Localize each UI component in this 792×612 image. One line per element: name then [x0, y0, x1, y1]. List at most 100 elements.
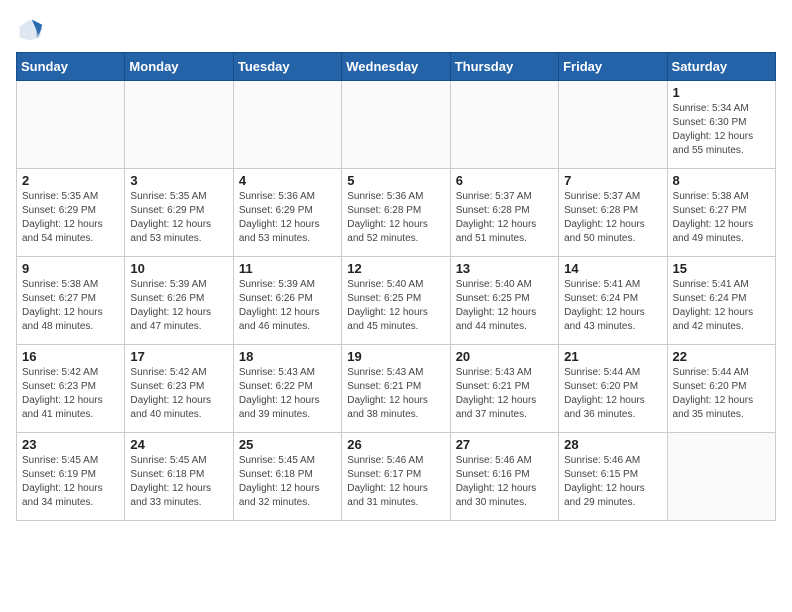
day-number: 6	[456, 173, 553, 188]
day-info: Sunrise: 5:46 AM Sunset: 6:16 PM Dayligh…	[456, 454, 553, 510]
day-number: 25	[239, 437, 336, 452]
day-info: Sunrise: 5:35 AM Sunset: 6:29 PM Dayligh…	[22, 190, 119, 246]
day-number: 2	[22, 173, 119, 188]
calendar-week-row: 16 Sunrise: 5:42 AM Sunset: 6:23 PM Dayli…	[17, 345, 776, 433]
day-info: Sunrise: 5:44 AM Sunset: 6:20 PM Dayligh…	[673, 366, 770, 422]
calendar-cell: 1 Sunrise: 5:34 AM Sunset: 6:30 PM Daylig…	[667, 81, 775, 169]
calendar-cell: 6 Sunrise: 5:37 AM Sunset: 6:28 PM Daylig…	[450, 169, 558, 257]
day-info: Sunrise: 5:35 AM Sunset: 6:29 PM Dayligh…	[130, 190, 227, 246]
calendar-cell: 25 Sunrise: 5:45 AM Sunset: 6:18 PM Dayli…	[233, 433, 341, 521]
calendar-cell: 3 Sunrise: 5:35 AM Sunset: 6:29 PM Daylig…	[125, 169, 233, 257]
day-number: 15	[673, 261, 770, 276]
day-info: Sunrise: 5:45 AM Sunset: 6:18 PM Dayligh…	[130, 454, 227, 510]
day-number: 13	[456, 261, 553, 276]
logo-icon	[16, 16, 44, 44]
day-header-friday: Friday	[559, 53, 667, 81]
day-number: 26	[347, 437, 444, 452]
calendar-cell: 20 Sunrise: 5:43 AM Sunset: 6:21 PM Dayli…	[450, 345, 558, 433]
day-number: 22	[673, 349, 770, 364]
day-header-wednesday: Wednesday	[342, 53, 450, 81]
calendar-cell: 7 Sunrise: 5:37 AM Sunset: 6:28 PM Daylig…	[559, 169, 667, 257]
day-number: 18	[239, 349, 336, 364]
calendar-header-row: SundayMondayTuesdayWednesdayThursdayFrid…	[17, 53, 776, 81]
calendar-cell: 22 Sunrise: 5:44 AM Sunset: 6:20 PM Dayli…	[667, 345, 775, 433]
day-info: Sunrise: 5:37 AM Sunset: 6:28 PM Dayligh…	[564, 190, 661, 246]
day-info: Sunrise: 5:40 AM Sunset: 6:25 PM Dayligh…	[347, 278, 444, 334]
calendar-cell: 27Sunrise: 5:46 AM Sunset: 6:16 PM Dayli…	[450, 433, 558, 521]
day-info: Sunrise: 5:37 AM Sunset: 6:28 PM Dayligh…	[456, 190, 553, 246]
day-info: Sunrise: 5:43 AM Sunset: 6:21 PM Dayligh…	[456, 366, 553, 422]
calendar-cell: 26Sunrise: 5:46 AM Sunset: 6:17 PM Dayli…	[342, 433, 450, 521]
calendar-cell: 28 Sunrise: 5:46 AM Sunset: 6:15 PM Dayli…	[559, 433, 667, 521]
calendar-cell: 15Sunrise: 5:41 AM Sunset: 6:24 PM Dayli…	[667, 257, 775, 345]
day-number: 11	[239, 261, 336, 276]
calendar-cell: 2 Sunrise: 5:35 AM Sunset: 6:29 PM Daylig…	[17, 169, 125, 257]
calendar-week-row: 23 Sunrise: 5:45 AM Sunset: 6:19 PM Dayli…	[17, 433, 776, 521]
day-number: 9	[22, 261, 119, 276]
calendar-cell	[17, 81, 125, 169]
calendar-table: SundayMondayTuesdayWednesdayThursdayFrid…	[16, 52, 776, 521]
calendar-cell: 14 Sunrise: 5:41 AM Sunset: 6:24 PM Dayli…	[559, 257, 667, 345]
day-info: Sunrise: 5:43 AM Sunset: 6:21 PM Dayligh…	[347, 366, 444, 422]
day-info: Sunrise: 5:36 AM Sunset: 6:29 PM Dayligh…	[239, 190, 336, 246]
day-info: Sunrise: 5:45 AM Sunset: 6:18 PM Dayligh…	[239, 454, 336, 510]
day-number: 4	[239, 173, 336, 188]
day-header-sunday: Sunday	[17, 53, 125, 81]
day-header-tuesday: Tuesday	[233, 53, 341, 81]
day-number: 3	[130, 173, 227, 188]
day-number: 23	[22, 437, 119, 452]
calendar-cell: 9 Sunrise: 5:38 AM Sunset: 6:27 PM Daylig…	[17, 257, 125, 345]
day-number: 14	[564, 261, 661, 276]
calendar-week-row: 1 Sunrise: 5:34 AM Sunset: 6:30 PM Daylig…	[17, 81, 776, 169]
day-info: Sunrise: 5:36 AM Sunset: 6:28 PM Dayligh…	[347, 190, 444, 246]
day-number: 7	[564, 173, 661, 188]
day-number: 21	[564, 349, 661, 364]
day-number: 16	[22, 349, 119, 364]
calendar-cell: 8 Sunrise: 5:38 AM Sunset: 6:27 PM Daylig…	[667, 169, 775, 257]
day-number: 10	[130, 261, 227, 276]
calendar-cell	[342, 81, 450, 169]
day-info: Sunrise: 5:41 AM Sunset: 6:24 PM Dayligh…	[564, 278, 661, 334]
day-number: 28	[564, 437, 661, 452]
day-header-monday: Monday	[125, 53, 233, 81]
day-number: 5	[347, 173, 444, 188]
day-number: 1	[673, 85, 770, 100]
calendar-cell: 24 Sunrise: 5:45 AM Sunset: 6:18 PM Dayli…	[125, 433, 233, 521]
day-number: 8	[673, 173, 770, 188]
calendar-week-row: 9 Sunrise: 5:38 AM Sunset: 6:27 PM Daylig…	[17, 257, 776, 345]
calendar-cell: 12 Sunrise: 5:40 AM Sunset: 6:25 PM Dayli…	[342, 257, 450, 345]
day-number: 12	[347, 261, 444, 276]
day-number: 20	[456, 349, 553, 364]
calendar-cell: 13Sunrise: 5:40 AM Sunset: 6:25 PM Dayli…	[450, 257, 558, 345]
calendar-cell: 11 Sunrise: 5:39 AM Sunset: 6:26 PM Dayli…	[233, 257, 341, 345]
day-info: Sunrise: 5:42 AM Sunset: 6:23 PM Dayligh…	[22, 366, 119, 422]
calendar-cell: 19 Sunrise: 5:43 AM Sunset: 6:21 PM Dayli…	[342, 345, 450, 433]
logo	[16, 16, 48, 44]
calendar-cell	[125, 81, 233, 169]
day-info: Sunrise: 5:39 AM Sunset: 6:26 PM Dayligh…	[239, 278, 336, 334]
day-number: 24	[130, 437, 227, 452]
day-info: Sunrise: 5:38 AM Sunset: 6:27 PM Dayligh…	[673, 190, 770, 246]
calendar-week-row: 2 Sunrise: 5:35 AM Sunset: 6:29 PM Daylig…	[17, 169, 776, 257]
day-info: Sunrise: 5:44 AM Sunset: 6:20 PM Dayligh…	[564, 366, 661, 422]
calendar-cell: 16 Sunrise: 5:42 AM Sunset: 6:23 PM Dayli…	[17, 345, 125, 433]
calendar-cell: 21 Sunrise: 5:44 AM Sunset: 6:20 PM Dayli…	[559, 345, 667, 433]
calendar-cell: 5 Sunrise: 5:36 AM Sunset: 6:28 PM Daylig…	[342, 169, 450, 257]
calendar-cell	[233, 81, 341, 169]
calendar-cell: 4 Sunrise: 5:36 AM Sunset: 6:29 PM Daylig…	[233, 169, 341, 257]
day-header-saturday: Saturday	[667, 53, 775, 81]
calendar-cell: 23 Sunrise: 5:45 AM Sunset: 6:19 PM Dayli…	[17, 433, 125, 521]
day-info: Sunrise: 5:43 AM Sunset: 6:22 PM Dayligh…	[239, 366, 336, 422]
day-info: Sunrise: 5:42 AM Sunset: 6:23 PM Dayligh…	[130, 366, 227, 422]
day-info: Sunrise: 5:46 AM Sunset: 6:15 PM Dayligh…	[564, 454, 661, 510]
day-info: Sunrise: 5:38 AM Sunset: 6:27 PM Dayligh…	[22, 278, 119, 334]
day-info: Sunrise: 5:34 AM Sunset: 6:30 PM Dayligh…	[673, 102, 770, 158]
calendar-cell: 18 Sunrise: 5:43 AM Sunset: 6:22 PM Dayli…	[233, 345, 341, 433]
day-info: Sunrise: 5:39 AM Sunset: 6:26 PM Dayligh…	[130, 278, 227, 334]
day-number: 19	[347, 349, 444, 364]
calendar-cell: 17Sunrise: 5:42 AM Sunset: 6:23 PM Dayli…	[125, 345, 233, 433]
calendar-cell: 10 Sunrise: 5:39 AM Sunset: 6:26 PM Dayli…	[125, 257, 233, 345]
day-header-thursday: Thursday	[450, 53, 558, 81]
day-info: Sunrise: 5:45 AM Sunset: 6:19 PM Dayligh…	[22, 454, 119, 510]
calendar-cell	[559, 81, 667, 169]
